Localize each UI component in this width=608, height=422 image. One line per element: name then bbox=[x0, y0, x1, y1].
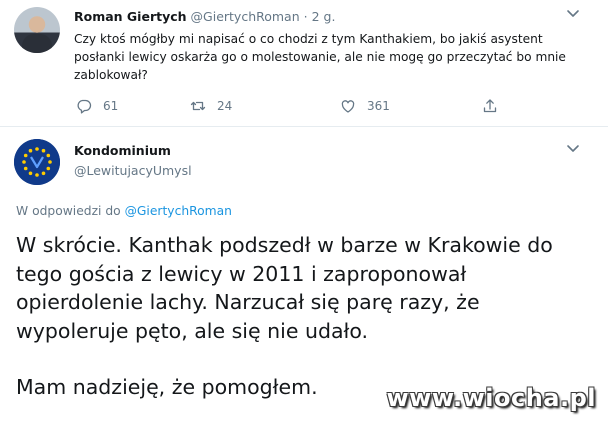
watermark: www.wiocha.pl bbox=[386, 384, 596, 412]
reply-icon bbox=[77, 99, 92, 114]
like-count: 361 bbox=[367, 99, 390, 113]
like-button[interactable]: 361 bbox=[340, 98, 390, 114]
tweet-paragraph: W skrócie. Kanthak podszedł w barze w Kr… bbox=[16, 233, 553, 343]
author-handle[interactable]: @LewitujacyUmysl bbox=[74, 163, 192, 178]
reply-prefix: W odpowiedzi do bbox=[16, 204, 121, 218]
tweet-actions: 61 24 361 bbox=[76, 98, 506, 118]
retweet-count: 24 bbox=[217, 99, 233, 113]
reply-to-link[interactable]: @GiertychRoman bbox=[125, 204, 232, 218]
tweet-original[interactable]: Roman Giertych @GiertychRoman · 2 g. Czy… bbox=[0, 0, 608, 127]
avatar[interactable] bbox=[14, 139, 60, 185]
tweet-header: Roman Giertych @GiertychRoman · 2 g. bbox=[74, 9, 335, 24]
reply-context: W odpowiedzi do @GiertychRoman bbox=[16, 204, 232, 218]
chevron-down-icon[interactable] bbox=[566, 9, 580, 19]
retweet-button[interactable]: 24 bbox=[190, 98, 232, 114]
dot-separator: · bbox=[303, 9, 308, 24]
share-icon bbox=[483, 99, 497, 113]
screenshot: Roman Giertych @GiertychRoman · 2 g. Czy… bbox=[0, 0, 608, 422]
eu-flag-icon bbox=[14, 139, 60, 185]
author-name[interactable]: Roman Giertych bbox=[74, 9, 187, 24]
reply-count: 61 bbox=[103, 99, 119, 113]
author-name[interactable]: Kondominium bbox=[74, 143, 171, 158]
tweet-text: Czy ktoś mógłby mi napisać o co chodzi z… bbox=[74, 32, 566, 82]
chevron-down-icon[interactable] bbox=[566, 144, 580, 154]
reply-button[interactable]: 61 bbox=[76, 98, 118, 114]
heart-icon bbox=[341, 100, 355, 113]
avatar[interactable] bbox=[14, 7, 60, 53]
tweet-text: W skrócie. Kanthak podszedł w barze w Kr… bbox=[16, 231, 596, 402]
share-button[interactable] bbox=[482, 98, 498, 114]
retweet-icon bbox=[190, 101, 206, 111]
tweet-time[interactable]: 2 g. bbox=[312, 9, 336, 24]
author-handle[interactable]: @GiertychRoman bbox=[191, 9, 300, 24]
